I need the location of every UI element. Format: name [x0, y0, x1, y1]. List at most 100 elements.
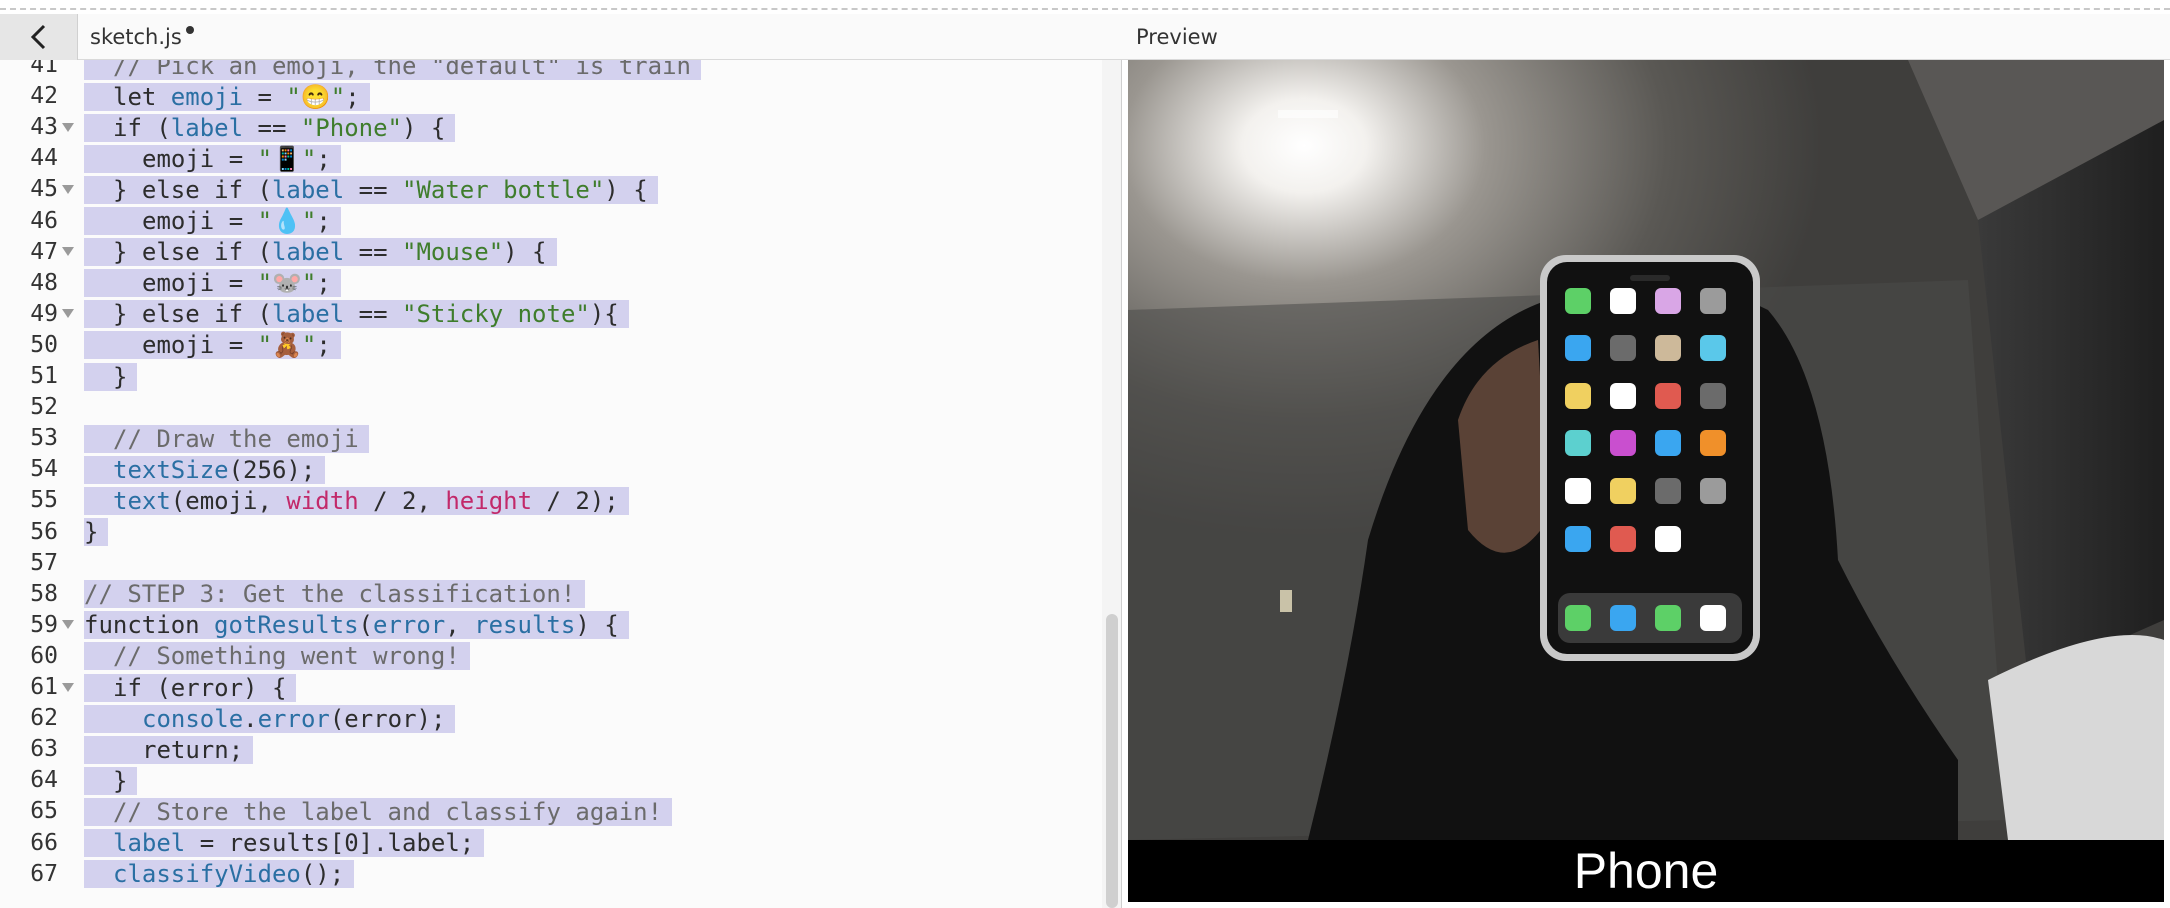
code-token: "Mouse" — [402, 238, 504, 267]
app-icon — [1610, 335, 1636, 361]
code-token: , — [445, 611, 475, 640]
code-line[interactable]: emoji = "💧"; — [84, 206, 341, 237]
code-line[interactable]: label = results[0].label; — [84, 828, 485, 859]
code-line[interactable]: text(emoji, width / 2, height / 2); — [84, 485, 629, 516]
code-line[interactable]: // Pick an emoji, the "default" is train — [84, 60, 701, 81]
line-number: 56 — [30, 518, 58, 545]
code-line[interactable]: let emoji = "😁"; — [84, 81, 370, 112]
app-icon — [1610, 288, 1636, 314]
top-dashed-border — [0, 8, 2170, 10]
code-token: "😁" — [286, 82, 346, 111]
code-token: return; — [142, 735, 244, 764]
code-text: // Store the label and classify again! — [84, 797, 673, 826]
code-editor[interactable]: 41 42 43 44 45 46 47 48 49 50 51 52 53 54 55 56 57 58 59 60… — [0, 60, 1122, 908]
wall-outlet — [1280, 590, 1292, 612]
sketch-canvas[interactable]: Phone — [1128, 60, 2164, 902]
fold-arrow-icon[interactable] — [60, 237, 76, 268]
code-text: // STEP 3: Get the classification! — [84, 580, 586, 609]
code-text: // Pick an emoji, the "default" is train — [84, 60, 701, 80]
code-line[interactable]: return; — [84, 734, 254, 765]
code-line[interactable]: } else if (label == "Mouse") { — [84, 237, 557, 268]
line-number: 44 — [30, 145, 58, 172]
code-text: classifyVideo(); — [84, 860, 355, 889]
line-number: 64 — [30, 767, 58, 794]
code-token: text — [113, 486, 171, 515]
fold-arrow-icon[interactable] — [60, 299, 76, 330]
code-token: label — [113, 829, 186, 857]
code-token: } else if ( — [113, 300, 272, 329]
code-text: } else if (label == "Sticky note"){ — [84, 300, 629, 329]
code-token: label — [170, 113, 244, 142]
app-icon — [1655, 430, 1681, 456]
code-token: = results[0].label; — [185, 829, 475, 857]
code-text: // Something went wrong! — [84, 642, 470, 671]
code-line[interactable]: } else if (label == "Water bottle") { — [84, 174, 658, 205]
app-icon — [1610, 430, 1636, 456]
line-number: 59 — [30, 611, 58, 638]
code-text: return; — [84, 735, 254, 764]
editor-scrollbar[interactable] — [1102, 60, 1121, 908]
code-token: } — [113, 766, 128, 795]
code-line[interactable]: // Store the label and classify again! — [84, 796, 673, 827]
code-token: } else if ( — [113, 175, 272, 204]
code-token: // Draw the emoji — [113, 424, 359, 453]
code-line[interactable]: emoji = "📱"; — [84, 143, 341, 174]
code-line[interactable] — [84, 548, 94, 579]
code-line[interactable]: classifyVideo(); — [84, 859, 355, 890]
editor-scrollbar-thumb[interactable] — [1106, 614, 1118, 908]
line-number: 49 — [30, 300, 58, 327]
code-line[interactable]: console.error(error); — [84, 703, 456, 734]
code-token: ) { — [503, 238, 547, 267]
code-token: classifyVideo — [113, 860, 301, 889]
code-line[interactable]: if (error) { — [84, 672, 297, 703]
fold-arrow-icon[interactable] — [60, 610, 76, 641]
code-line[interactable]: if (label == "Phone") { — [84, 112, 456, 143]
app-icon — [1565, 430, 1591, 456]
line-number: 51 — [30, 363, 58, 389]
file-tab[interactable]: sketch.js — [78, 14, 206, 60]
code-token: } else if ( — [113, 238, 272, 267]
dock-icon — [1700, 605, 1726, 631]
line-number: 47 — [30, 238, 58, 265]
app-icon — [1655, 526, 1681, 552]
code-token: } — [84, 518, 99, 546]
code-token: label — [271, 238, 345, 267]
fold-arrow-icon[interactable] — [60, 174, 76, 205]
code-line[interactable]: textSize(256); — [84, 454, 326, 485]
code-area[interactable]: // Pick an emoji, the "default" is train… — [84, 60, 1099, 908]
code-token: height — [445, 486, 533, 515]
fold-arrow-icon[interactable] — [60, 672, 76, 703]
file-name: sketch.js — [90, 25, 182, 49]
app-icon — [1610, 526, 1636, 552]
code-text: label = results[0].label; — [84, 829, 485, 857]
code-token: ) { — [575, 611, 619, 640]
preview-pane: Phone — [1128, 60, 2170, 908]
code-token: error — [257, 704, 330, 733]
code-line[interactable]: // STEP 3: Get the classification! — [84, 579, 586, 610]
code-text: // Draw the emoji — [84, 424, 369, 453]
code-text: } — [84, 518, 109, 546]
fold-arrow-icon[interactable] — [60, 112, 76, 143]
code-line[interactable]: } — [84, 517, 109, 548]
code-line[interactable]: function gotResults(error, results) { — [84, 610, 629, 641]
code-line[interactable] — [84, 392, 94, 423]
code-token: "🧸" — [257, 331, 317, 360]
code-token: (); — [300, 860, 345, 889]
code-line[interactable]: // Draw the emoji — [84, 423, 369, 454]
collapse-sidebar-button[interactable] — [0, 14, 78, 60]
code-text: console.error(error); — [84, 704, 456, 733]
code-line[interactable]: } — [84, 361, 138, 392]
code-line[interactable]: emoji = "🐭"; — [84, 268, 341, 299]
app-icon — [1565, 526, 1591, 552]
code-token: ) { — [402, 113, 446, 142]
code-line[interactable]: } — [84, 765, 138, 796]
code-line[interactable]: // Something went wrong! — [84, 641, 470, 672]
code-text: emoji = "🧸"; — [84, 331, 341, 360]
code-line[interactable]: emoji = "🧸"; — [84, 330, 341, 361]
dock-icon — [1565, 605, 1591, 631]
code-line[interactable]: } else if (label == "Sticky note"){ — [84, 299, 629, 330]
code-token: (error); — [329, 704, 446, 733]
code-token: width — [286, 486, 359, 515]
dock-icon — [1610, 605, 1636, 631]
app-icon — [1610, 383, 1636, 409]
